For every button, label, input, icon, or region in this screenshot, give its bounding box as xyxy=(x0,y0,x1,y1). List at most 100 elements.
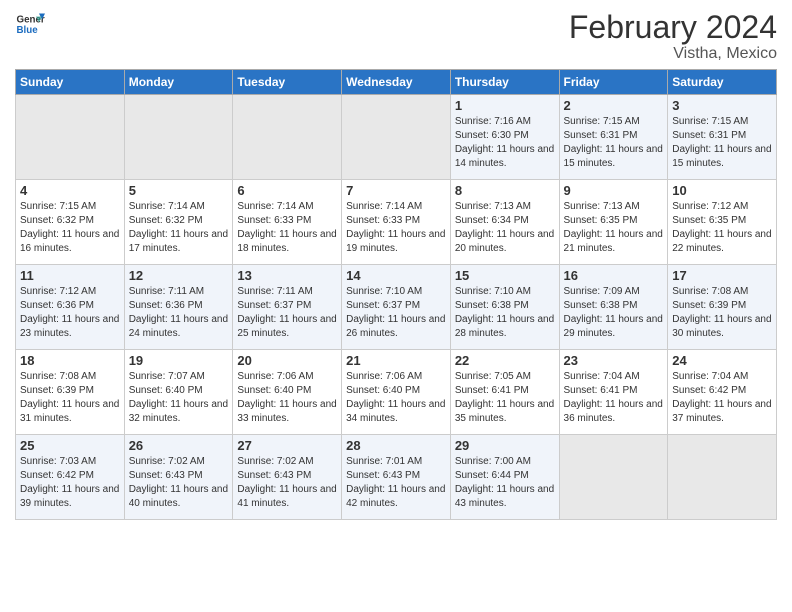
table-row: 8 Sunrise: 7:13 AM Sunset: 6:34 PM Dayli… xyxy=(450,180,559,265)
day-number: 11 xyxy=(20,268,120,283)
table-row xyxy=(559,435,668,520)
day-number: 29 xyxy=(455,438,555,453)
sunrise-label: Sunrise: 7:14 AM xyxy=(237,201,313,212)
day-info: Sunrise: 7:06 AM Sunset: 6:40 PM Dayligh… xyxy=(346,370,446,426)
sunrise-label: Sunrise: 7:02 AM xyxy=(237,456,313,467)
day-info: Sunrise: 7:08 AM Sunset: 6:39 PM Dayligh… xyxy=(20,370,120,426)
sunrise-label: Sunrise: 7:07 AM xyxy=(129,371,205,382)
day-number: 1 xyxy=(455,98,555,113)
sunrise-label: Sunrise: 7:15 AM xyxy=(564,116,640,127)
sunset-label: Sunset: 6:43 PM xyxy=(129,470,203,481)
day-info: Sunrise: 7:02 AM Sunset: 6:43 PM Dayligh… xyxy=(237,455,337,511)
sunrise-label: Sunrise: 7:11 AM xyxy=(237,286,312,297)
sunset-label: Sunset: 6:33 PM xyxy=(346,215,420,226)
sunset-label: Sunset: 6:44 PM xyxy=(455,470,529,481)
sunrise-label: Sunrise: 7:12 AM xyxy=(20,286,96,297)
col-friday: Friday xyxy=(559,70,668,95)
day-info: Sunrise: 7:15 AM Sunset: 6:31 PM Dayligh… xyxy=(564,115,664,171)
day-number: 17 xyxy=(672,268,772,283)
sunrise-label: Sunrise: 7:14 AM xyxy=(346,201,422,212)
table-row xyxy=(124,95,233,180)
day-number: 28 xyxy=(346,438,446,453)
day-info: Sunrise: 7:10 AM Sunset: 6:37 PM Dayligh… xyxy=(346,285,446,341)
daylight-label: Daylight: 11 hours and 26 minutes. xyxy=(346,314,445,339)
sunrise-label: Sunrise: 7:06 AM xyxy=(237,371,313,382)
day-number: 16 xyxy=(564,268,664,283)
table-row: 16 Sunrise: 7:09 AM Sunset: 6:38 PM Dayl… xyxy=(559,265,668,350)
sunrise-label: Sunrise: 7:15 AM xyxy=(20,201,96,212)
sunrise-label: Sunrise: 7:04 AM xyxy=(672,371,748,382)
daylight-label: Daylight: 11 hours and 24 minutes. xyxy=(129,314,228,339)
page-container: General Blue February 2024 Vistha, Mexic… xyxy=(0,0,792,530)
daylight-label: Daylight: 11 hours and 30 minutes. xyxy=(672,314,771,339)
table-row: 25 Sunrise: 7:03 AM Sunset: 6:42 PM Dayl… xyxy=(16,435,125,520)
day-info: Sunrise: 7:10 AM Sunset: 6:38 PM Dayligh… xyxy=(455,285,555,341)
sunset-label: Sunset: 6:37 PM xyxy=(237,300,311,311)
col-wednesday: Wednesday xyxy=(342,70,451,95)
title-block: February 2024 Vistha, Mexico xyxy=(569,10,777,63)
table-row: 23 Sunrise: 7:04 AM Sunset: 6:41 PM Dayl… xyxy=(559,350,668,435)
sunset-label: Sunset: 6:35 PM xyxy=(564,215,638,226)
day-number: 20 xyxy=(237,353,337,368)
day-number: 12 xyxy=(129,268,229,283)
daylight-label: Daylight: 11 hours and 31 minutes. xyxy=(20,399,119,424)
col-thursday: Thursday xyxy=(450,70,559,95)
table-row: 9 Sunrise: 7:13 AM Sunset: 6:35 PM Dayli… xyxy=(559,180,668,265)
sunrise-label: Sunrise: 7:02 AM xyxy=(129,456,205,467)
sunrise-label: Sunrise: 7:05 AM xyxy=(455,371,531,382)
sunset-label: Sunset: 6:42 PM xyxy=(20,470,94,481)
sunset-label: Sunset: 6:40 PM xyxy=(346,385,420,396)
day-number: 15 xyxy=(455,268,555,283)
daylight-label: Daylight: 11 hours and 15 minutes. xyxy=(672,144,771,169)
day-info: Sunrise: 7:12 AM Sunset: 6:35 PM Dayligh… xyxy=(672,200,772,256)
table-row xyxy=(233,95,342,180)
day-info: Sunrise: 7:09 AM Sunset: 6:38 PM Dayligh… xyxy=(564,285,664,341)
table-row: 18 Sunrise: 7:08 AM Sunset: 6:39 PM Dayl… xyxy=(16,350,125,435)
table-row: 5 Sunrise: 7:14 AM Sunset: 6:32 PM Dayli… xyxy=(124,180,233,265)
sunset-label: Sunset: 6:33 PM xyxy=(237,215,311,226)
table-row: 26 Sunrise: 7:02 AM Sunset: 6:43 PM Dayl… xyxy=(124,435,233,520)
sunset-label: Sunset: 6:38 PM xyxy=(564,300,638,311)
sunset-label: Sunset: 6:41 PM xyxy=(455,385,529,396)
day-info: Sunrise: 7:14 AM Sunset: 6:33 PM Dayligh… xyxy=(237,200,337,256)
daylight-label: Daylight: 11 hours and 41 minutes. xyxy=(237,484,336,509)
table-row xyxy=(342,95,451,180)
sunset-label: Sunset: 6:42 PM xyxy=(672,385,746,396)
daylight-label: Daylight: 11 hours and 15 minutes. xyxy=(564,144,663,169)
table-row: 17 Sunrise: 7:08 AM Sunset: 6:39 PM Dayl… xyxy=(668,265,777,350)
daylight-label: Daylight: 11 hours and 33 minutes. xyxy=(237,399,336,424)
sunrise-label: Sunrise: 7:01 AM xyxy=(346,456,422,467)
table-row: 11 Sunrise: 7:12 AM Sunset: 6:36 PM Dayl… xyxy=(16,265,125,350)
sunrise-label: Sunrise: 7:10 AM xyxy=(455,286,531,297)
sunset-label: Sunset: 6:39 PM xyxy=(20,385,94,396)
table-row: 27 Sunrise: 7:02 AM Sunset: 6:43 PM Dayl… xyxy=(233,435,342,520)
table-row: 24 Sunrise: 7:04 AM Sunset: 6:42 PM Dayl… xyxy=(668,350,777,435)
table-row: 15 Sunrise: 7:10 AM Sunset: 6:38 PM Dayl… xyxy=(450,265,559,350)
day-number: 7 xyxy=(346,183,446,198)
sunrise-label: Sunrise: 7:09 AM xyxy=(564,286,640,297)
day-number: 25 xyxy=(20,438,120,453)
daylight-label: Daylight: 11 hours and 37 minutes. xyxy=(672,399,771,424)
sunrise-label: Sunrise: 7:14 AM xyxy=(129,201,205,212)
day-info: Sunrise: 7:04 AM Sunset: 6:41 PM Dayligh… xyxy=(564,370,664,426)
table-row: 22 Sunrise: 7:05 AM Sunset: 6:41 PM Dayl… xyxy=(450,350,559,435)
logo-icon: General Blue xyxy=(15,10,45,38)
table-row: 20 Sunrise: 7:06 AM Sunset: 6:40 PM Dayl… xyxy=(233,350,342,435)
day-info: Sunrise: 7:00 AM Sunset: 6:44 PM Dayligh… xyxy=(455,455,555,511)
day-number: 23 xyxy=(564,353,664,368)
day-number: 18 xyxy=(20,353,120,368)
day-number: 21 xyxy=(346,353,446,368)
sunrise-label: Sunrise: 7:08 AM xyxy=(672,286,748,297)
sunset-label: Sunset: 6:39 PM xyxy=(672,300,746,311)
sunset-label: Sunset: 6:32 PM xyxy=(129,215,203,226)
day-info: Sunrise: 7:01 AM Sunset: 6:43 PM Dayligh… xyxy=(346,455,446,511)
daylight-label: Daylight: 11 hours and 14 minutes. xyxy=(455,144,554,169)
sunrise-label: Sunrise: 7:04 AM xyxy=(564,371,640,382)
col-monday: Monday xyxy=(124,70,233,95)
sunrise-label: Sunrise: 7:03 AM xyxy=(20,456,96,467)
table-row: 3 Sunrise: 7:15 AM Sunset: 6:31 PM Dayli… xyxy=(668,95,777,180)
daylight-label: Daylight: 11 hours and 19 minutes. xyxy=(346,229,445,254)
sunset-label: Sunset: 6:36 PM xyxy=(20,300,94,311)
sunset-label: Sunset: 6:37 PM xyxy=(346,300,420,311)
table-row: 1 Sunrise: 7:16 AM Sunset: 6:30 PM Dayli… xyxy=(450,95,559,180)
